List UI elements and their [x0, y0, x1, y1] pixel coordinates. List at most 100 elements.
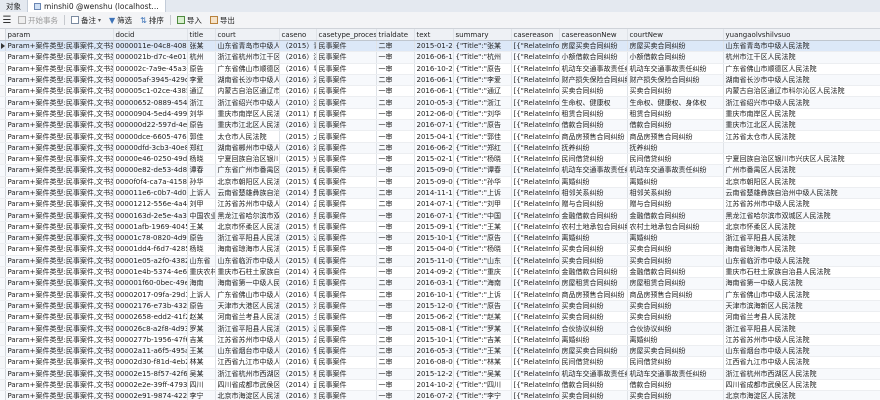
table-cell-text[interactable]: 2015-10-16 — [414, 232, 454, 245]
table-row[interactable]: Param+案件类型:民事案件,文书类型:判决书,裁判00002176-e73b… — [0, 300, 880, 313]
table-cell-caseno[interactable]: （2016）粤 — [279, 289, 317, 301]
table-cell-yuangaolvshilvsuo[interactable]: 浙江省绍兴市中级人民法院 — [723, 96, 880, 109]
table-row[interactable]: Param+案件类型:民事案件,文书类型:判决书,裁判00000dce-6605… — [0, 130, 880, 143]
table-cell-court[interactable]: 海南省第一中级人民法院 — [215, 277, 280, 290]
table-cell-casetype_process[interactable]: 民事案件 — [316, 255, 377, 267]
table-cell-caseno[interactable]: （2014）武 — [279, 379, 317, 392]
filter-button[interactable]: ▼ 筛选 — [105, 13, 136, 27]
table-cell-summary[interactable]: {"Title":"赵某 — [453, 311, 512, 324]
table-cell-courtNew[interactable]: 离婚纠纷 — [627, 334, 724, 347]
table-cell-docid[interactable]: 00002e2e-39ff-4793-a9b — [113, 379, 188, 392]
table-row[interactable]: Param+案件类型:民事案件,文书类型:判决书,裁判00002658-edd2… — [0, 311, 880, 324]
table-cell-summary[interactable]: {"Title":"林某 — [453, 356, 512, 369]
table-cell-casereason[interactable]: [{"RelateInfo":[{"nam — [511, 368, 560, 380]
table-cell-summary[interactable]: {"Title":"吴某 — [453, 368, 512, 380]
table-cell-trialdate[interactable]: 一审 — [376, 322, 415, 335]
table-cell-caseno[interactable]: （2016）湘 — [279, 142, 317, 154]
table-row[interactable]: Param+案件类型:民事案件,文书类型:判决书,裁判000026c8-a2f8… — [0, 322, 880, 335]
table-cell-court[interactable]: 山东省临沂市中级人民法院 — [215, 255, 280, 267]
table-cell-text[interactable]: 2015-09-15 — [414, 221, 454, 234]
table-cell-courtNew[interactable]: 相邻关系纠纷 — [627, 187, 724, 200]
table-cell-casereason[interactable]: [{"RelateInfo":[{"nam — [511, 40, 560, 53]
table-cell-summary[interactable]: {"Title":"原告 — [453, 63, 512, 75]
table-cell-summary[interactable]: {"Title":"王某 — [453, 345, 512, 358]
table-cell-param[interactable]: Param+案件类型:民事案件,文书类型:判决书,裁判 — [5, 187, 114, 200]
table-cell-trialdate[interactable]: 一审 — [376, 164, 415, 177]
table-cell-text[interactable]: 2016-07-18 — [414, 209, 454, 222]
table-cell-trialdate[interactable]: 一审 — [376, 300, 415, 313]
table-cell-title[interactable]: 杭州 — [187, 51, 216, 64]
table-cell-title[interactable]: 原告 — [187, 300, 216, 313]
table-cell-docid[interactable]: 000005af-3945-429d-bd — [113, 74, 188, 87]
table-cell-docid[interactable]: 0000163d-2e5e-4a3c-b9 — [113, 209, 188, 222]
table-cell-casetype_process[interactable]: 民事案件 — [316, 345, 377, 358]
table-cell-casereasonNew[interactable]: 相邻关系纠纷 — [559, 187, 628, 200]
table-row[interactable]: Param+案件类型:民事案件,文书类型:判决书,裁判0000011e-04c8… — [0, 40, 880, 53]
table-cell-trialdate[interactable]: 二审 — [376, 334, 415, 347]
begin-transaction-button[interactable]: 开始事务 — [14, 13, 62, 27]
table-cell-title[interactable]: 原告 — [187, 63, 216, 75]
table-cell-court[interactable]: 浙江省杭州市江干区人民法院 — [215, 51, 280, 64]
table-cell-param[interactable]: Param+案件类型:民事案件,文书类型:判决书,裁判 — [5, 74, 114, 87]
table-cell-trialdate[interactable]: 一审 — [376, 390, 415, 400]
column-header[interactable]: casetype_process — [316, 29, 377, 41]
table-cell-summary[interactable]: {"Title":"谭春 — [453, 164, 512, 177]
table-cell-caseno[interactable]: （2016）赣 — [279, 356, 317, 369]
table-cell-casereason[interactable]: [{"RelateInfo":[{"nam — [511, 164, 560, 177]
table-cell-caseno[interactable]: （2016）浙 — [279, 51, 317, 64]
table-cell-yuangaolvshilvsuo[interactable]: 北京市海淀区人民法院 — [723, 390, 880, 400]
table-cell-trialdate[interactable]: 二审 — [376, 356, 415, 369]
table-cell-text[interactable]: 2014-11-11 — [414, 187, 454, 200]
table-cell-caseno[interactable]: （2014）楚 — [279, 187, 317, 200]
table-cell-title[interactable]: 郭佳 — [187, 130, 216, 143]
table-cell-text[interactable]: 2015-12-08 — [414, 300, 454, 313]
table-cell-text[interactable]: 2012-06-05 — [414, 108, 454, 121]
table-row[interactable]: Param+案件类型:民事案件,文书类型:判决书,裁判0000277b-1956… — [0, 334, 880, 347]
table-cell-courtNew[interactable]: 抚养纠纷 — [627, 142, 724, 154]
table-cell-summary[interactable]: {"Title":"张某 — [453, 40, 512, 53]
table-cell-title[interactable]: 罗某 — [187, 322, 216, 335]
table-cell-courtNew[interactable]: 借款合同纠纷 — [627, 119, 724, 132]
table-cell-trialdate[interactable]: 一审 — [376, 232, 415, 245]
table-cell-text[interactable]: 2015-09-01 — [414, 164, 454, 177]
table-row[interactable]: Param+案件类型:民事案件,文书类型:判决书,裁判0000f0f4-ca7a… — [0, 176, 880, 188]
table-cell-text[interactable]: 2014-10-29 — [414, 379, 454, 392]
table-cell-casereason[interactable]: [{"RelateInfo":[{"nam — [511, 277, 560, 290]
table-cell-title[interactable]: 林某 — [187, 356, 216, 369]
table-cell-param[interactable]: Param+案件类型:民事案件,文书类型:判决书,裁判 — [5, 119, 114, 132]
table-cell-docid[interactable]: 00002e91-9874-4229-b0 — [113, 390, 188, 400]
table-cell-docid[interactable]: 00002017-09fa-29d1-4b — [113, 289, 188, 301]
table-cell-trialdate[interactable]: 二审 — [376, 345, 415, 358]
table-cell-caseno[interactable]: （2014）石 — [279, 266, 317, 279]
table-row[interactable]: Param+案件类型:民事案件,文书类型:判决书,裁判000000d22-597… — [0, 119, 880, 132]
table-cell-docid[interactable]: 000011e6-c0b7-4d0b-be — [113, 187, 188, 200]
table-cell-trialdate[interactable]: 二审 — [376, 187, 415, 200]
table-row[interactable]: Param+案件类型:民事案件,文书类型:判决书,裁判00000652-0889… — [0, 96, 880, 109]
table-cell-caseno[interactable]: （2016）黑 — [279, 209, 317, 222]
table-cell-text[interactable]: 2015-04-02 — [414, 243, 454, 256]
table-cell-docid[interactable]: 0000021b-d7c-4e01-b0 — [113, 51, 188, 64]
table-cell-court[interactable]: 浙江省杭州市西湖区人民法院 — [215, 368, 280, 380]
table-cell-courtNew[interactable]: 买卖合同纠纷 — [627, 255, 724, 267]
table-cell-title[interactable]: 原告 — [187, 119, 216, 132]
table-cell-text[interactable]: 2016-07-14 — [414, 119, 454, 132]
table-cell-casetype_process[interactable]: 民事案件 — [316, 142, 377, 154]
table-cell-court[interactable]: 北京市怀柔区人民法院 — [215, 221, 280, 234]
table-cell-casereason[interactable]: [{"RelateInfo":[{"nam — [511, 232, 560, 245]
column-header[interactable]: summary — [453, 29, 512, 41]
table-cell-trialdate[interactable]: 二审 — [376, 96, 415, 109]
table-cell-title[interactable]: 李宁 — [187, 390, 216, 400]
table-cell-casereasonNew[interactable]: 离婚纠纷 — [559, 176, 628, 188]
table-cell-yuangaolvshilvsuo[interactable]: 重庆市石柱土家族自治县人民法院 — [723, 266, 880, 279]
table-cell-text[interactable]: 2015-11-05 — [414, 255, 454, 267]
table-cell-court[interactable]: 河南省兰考县人民法院 — [215, 311, 280, 324]
table-cell-yuangaolvshilvsuo[interactable]: 广州市番禺区人民法院 — [723, 164, 880, 177]
table-cell-court[interactable]: 内蒙古自治区通辽市科尔沁区人民法院 — [215, 85, 280, 98]
table-cell-summary[interactable]: {"Title":"原告 — [453, 119, 512, 132]
table-cell-title[interactable]: 吉某 — [187, 334, 216, 347]
table-cell-summary[interactable]: {"Title":"上诉 — [453, 187, 512, 200]
table-cell-casereasonNew[interactable]: 买卖合同纠纷 — [559, 311, 628, 324]
table-cell-summary[interactable]: {"Title":"刘华 — [453, 108, 512, 121]
table-cell-court[interactable]: 重庆市江北区人民法院 — [215, 119, 280, 132]
table-cell-text[interactable]: 2014-07-17 — [414, 198, 454, 211]
